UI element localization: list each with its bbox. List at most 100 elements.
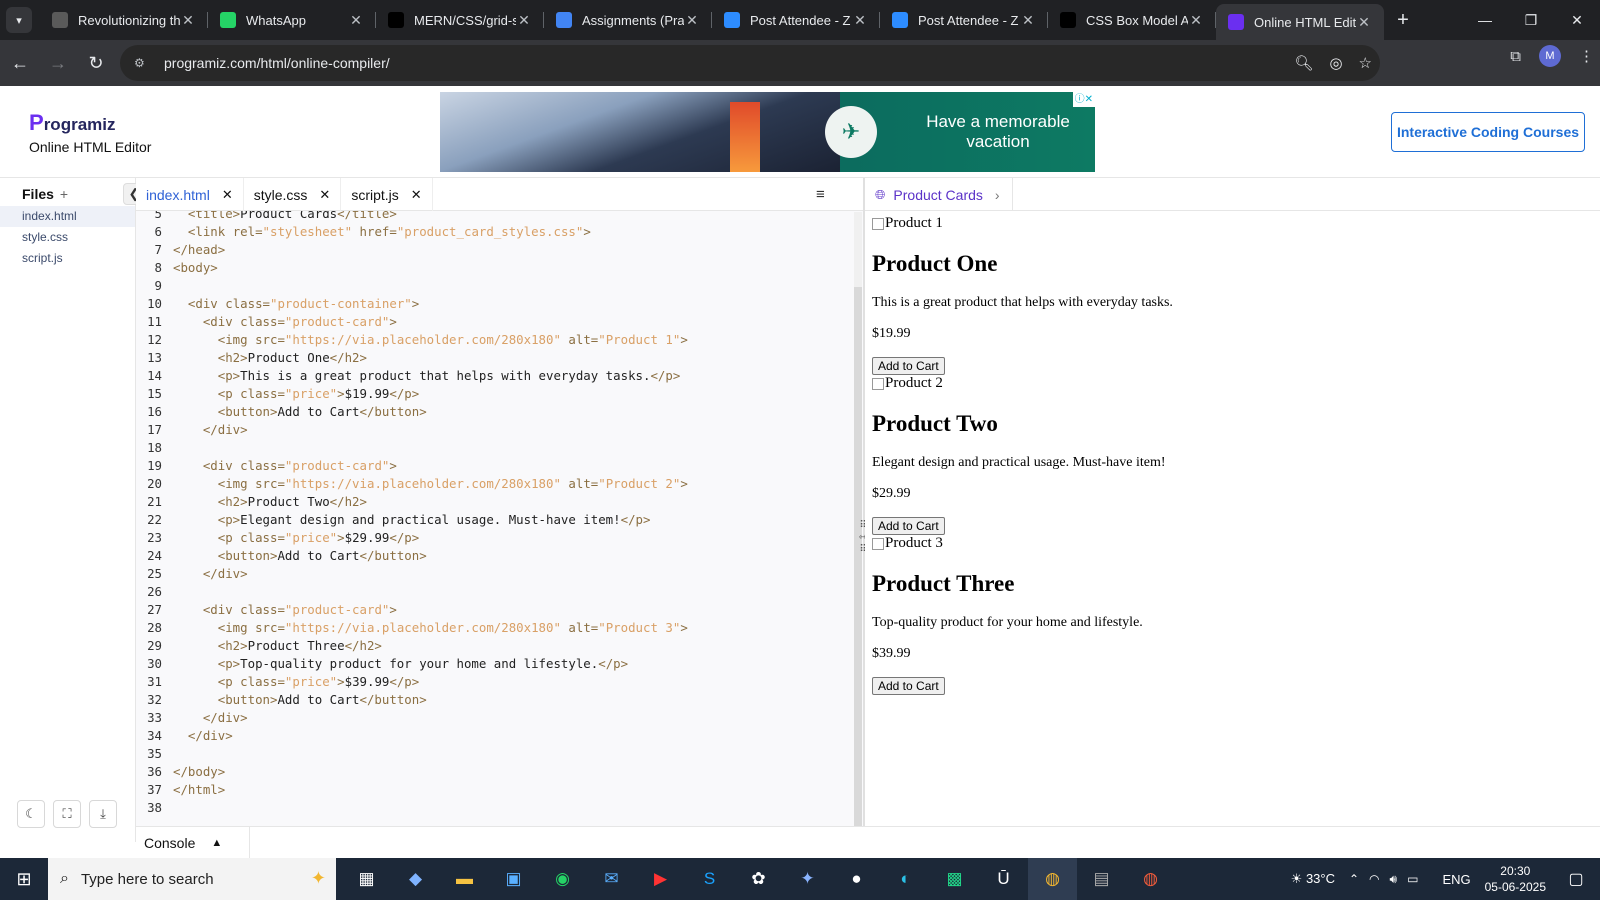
- code-line[interactable]: 19 <div class="product-card">: [136, 457, 863, 475]
- close-window-icon[interactable]: ✕: [1554, 0, 1600, 40]
- restore-icon[interactable]: ❐: [1508, 0, 1554, 40]
- chrome-profile-icon[interactable]: ◍: [1126, 858, 1175, 900]
- profile-avatar[interactable]: M: [1539, 45, 1561, 67]
- tab-search-icon[interactable]: ▾: [6, 7, 32, 33]
- taskbar-search[interactable]: ⌕ Type here to search ✦: [48, 858, 336, 900]
- close-tab-icon[interactable]: ✕: [411, 187, 422, 203]
- weather-icon[interactable]: ☀ 33°C: [1291, 871, 1335, 887]
- close-tab-icon[interactable]: ✕: [319, 187, 330, 203]
- chatgpt-taskbar-icon[interactable]: ✿: [734, 858, 783, 900]
- editor-tab[interactable]: style.css ✕: [244, 178, 342, 211]
- file-item[interactable]: style.css: [0, 227, 135, 248]
- code-line[interactable]: 31 <p class="price">$39.99</p>: [136, 673, 863, 691]
- dark-mode-icon[interactable]: ☾: [17, 800, 45, 828]
- bookmark-star-icon[interactable]: ☆: [1359, 54, 1372, 72]
- browser-tab[interactable]: WhatsApp ✕: [208, 0, 376, 40]
- gemini-icon[interactable]: ✦: [783, 858, 832, 900]
- pycharm-icon[interactable]: ▩: [930, 858, 979, 900]
- close-tab-icon[interactable]: ✕: [222, 187, 233, 203]
- eye-off-icon[interactable]: ◎: [1329, 54, 1342, 72]
- browser-tab[interactable]: Post Attendee - Z ✕: [712, 0, 880, 40]
- language-indicator[interactable]: ENG: [1442, 872, 1470, 887]
- store-icon[interactable]: ▣: [489, 858, 538, 900]
- code-line[interactable]: 20 <img src="https://via.placeholder.com…: [136, 475, 863, 493]
- ad-banner[interactable]: ✈ Have a memorable vacation ⓘ✕: [440, 92, 1095, 172]
- code-line[interactable]: 13 <h2>Product One</h2>: [136, 349, 863, 367]
- back-icon[interactable]: ←: [2, 45, 38, 81]
- code-line[interactable]: 29 <h2>Product Three</h2>: [136, 637, 863, 655]
- browser-tab[interactable]: MERN/CSS/grid-s ✕: [376, 0, 544, 40]
- browser-tab[interactable]: CSS Box Model As ✕: [1048, 0, 1216, 40]
- site-info-icon[interactable]: ⚙: [134, 56, 152, 70]
- code-line[interactable]: 37 </html>: [136, 781, 863, 799]
- file-item[interactable]: index.html: [0, 206, 135, 227]
- code-line[interactable]: 16 <button>Add to Cart</button>: [136, 403, 863, 421]
- browser-tab[interactable]: Online HTML Edit ✕: [1216, 4, 1384, 40]
- file-explorer-icon[interactable]: ▬: [440, 858, 489, 900]
- code-line[interactable]: 6 <link rel="stylesheet" href="product_c…: [136, 223, 863, 241]
- code-line[interactable]: 10 <div class="product-container">: [136, 295, 863, 313]
- chrome-icon[interactable]: ◍: [1028, 858, 1077, 900]
- code-line[interactable]: 33 </div>: [136, 709, 863, 727]
- copilot-icon[interactable]: ◆: [391, 858, 440, 900]
- close-tab-icon[interactable]: ✕: [852, 12, 868, 29]
- file-item[interactable]: script.js: [0, 248, 135, 269]
- clock[interactable]: 20:30 05-06-2025: [1485, 863, 1546, 895]
- add-to-cart-button[interactable]: Add to Cart: [872, 517, 945, 535]
- code-line[interactable]: 27 <div class="product-card">: [136, 601, 863, 619]
- code-line[interactable]: 9: [136, 277, 863, 295]
- close-tab-icon[interactable]: ✕: [1356, 14, 1372, 31]
- github-taskbar-icon[interactable]: ●: [832, 858, 881, 900]
- code-line[interactable]: 23 <p class="price">$29.99</p>: [136, 529, 863, 547]
- close-tab-icon[interactable]: ✕: [1188, 12, 1204, 29]
- code-line[interactable]: 18: [136, 439, 863, 457]
- browser-tab[interactable]: Post Attendee - Z ✕: [880, 0, 1048, 40]
- close-tab-icon[interactable]: ✕: [684, 12, 700, 29]
- forward-icon[interactable]: →: [40, 45, 76, 81]
- code-line[interactable]: 25 </div>: [136, 565, 863, 583]
- code-line[interactable]: 26: [136, 583, 863, 601]
- reload-icon[interactable]: ↻: [78, 45, 114, 81]
- editor-tab[interactable]: script.js ✕: [341, 178, 433, 211]
- editor-scrollbar[interactable]: [854, 212, 862, 827]
- close-tab-icon[interactable]: ✕: [1020, 12, 1036, 29]
- code-line[interactable]: 17 </div>: [136, 421, 863, 439]
- code-editor[interactable]: index.html ✕ style.css ✕ script.js ✕ ≡ 5 <tit…: [136, 178, 863, 826]
- code-line[interactable]: 5 <title>Product Cards</title>: [136, 211, 863, 223]
- task-view-icon[interactable]: ▦: [342, 858, 391, 900]
- edge-icon[interactable]: ◐: [881, 858, 930, 900]
- skype-icon[interactable]: S: [685, 858, 734, 900]
- address-bar[interactable]: ⚙ programiz.com/html/online-compiler/ 🔍︎…: [120, 45, 1380, 81]
- code-line[interactable]: 7 </head>: [136, 241, 863, 259]
- code-line[interactable]: 36 </body>: [136, 763, 863, 781]
- code-line[interactable]: 35: [136, 745, 863, 763]
- output-tab[interactable]: 🌐︎ Product Cards ›: [865, 178, 1013, 211]
- code-line[interactable]: 14 <p>This is a great product that helps…: [136, 367, 863, 385]
- tray-icons[interactable]: ⌃◠🔊︎▭: [1349, 872, 1428, 887]
- fullscreen-icon[interactable]: ⛶: [53, 800, 81, 828]
- code-line[interactable]: 28 <img src="https://via.placeholder.com…: [136, 619, 863, 637]
- windows-start-icon[interactable]: ⊞: [0, 858, 48, 900]
- code-line[interactable]: 15 <p class="price">$19.99</p>: [136, 385, 863, 403]
- extensions-icon[interactable]: ⧉: [1510, 48, 1521, 65]
- code-area[interactable]: 5 <title>Product Cards</title> 6 <link re…: [136, 211, 863, 826]
- figma-icon[interactable]: ▤: [1077, 858, 1126, 900]
- close-tab-icon[interactable]: ✕: [180, 12, 196, 29]
- add-file-icon[interactable]: +: [60, 186, 68, 202]
- code-line[interactable]: 30 <p>Top-quality product for your home …: [136, 655, 863, 673]
- add-to-cart-button[interactable]: Add to Cart: [872, 677, 945, 695]
- code-line[interactable]: 22 <p>Elegant design and practical usage…: [136, 511, 863, 529]
- add-to-cart-button[interactable]: Add to Cart: [872, 357, 945, 375]
- close-tab-icon[interactable]: ✕: [348, 12, 364, 29]
- code-line[interactable]: 8 <body>: [136, 259, 863, 277]
- code-line[interactable]: 21 <h2>Product Two</h2>: [136, 493, 863, 511]
- zoom-icon[interactable]: 🔍︎: [1294, 54, 1313, 72]
- editor-menu-icon[interactable]: ≡: [816, 186, 843, 203]
- editor-tab[interactable]: index.html ✕: [136, 178, 244, 211]
- scrollbar-thumb[interactable]: [854, 287, 862, 827]
- browser-tab[interactable]: Revolutionizing th ✕: [40, 0, 208, 40]
- code-line[interactable]: 24 <button>Add to Cart</button>: [136, 547, 863, 565]
- code-line[interactable]: 11 <div class="product-card">: [136, 313, 863, 331]
- notification-icon[interactable]: ▢: [1562, 869, 1590, 889]
- programiz-logo[interactable]: Programiz: [29, 110, 115, 136]
